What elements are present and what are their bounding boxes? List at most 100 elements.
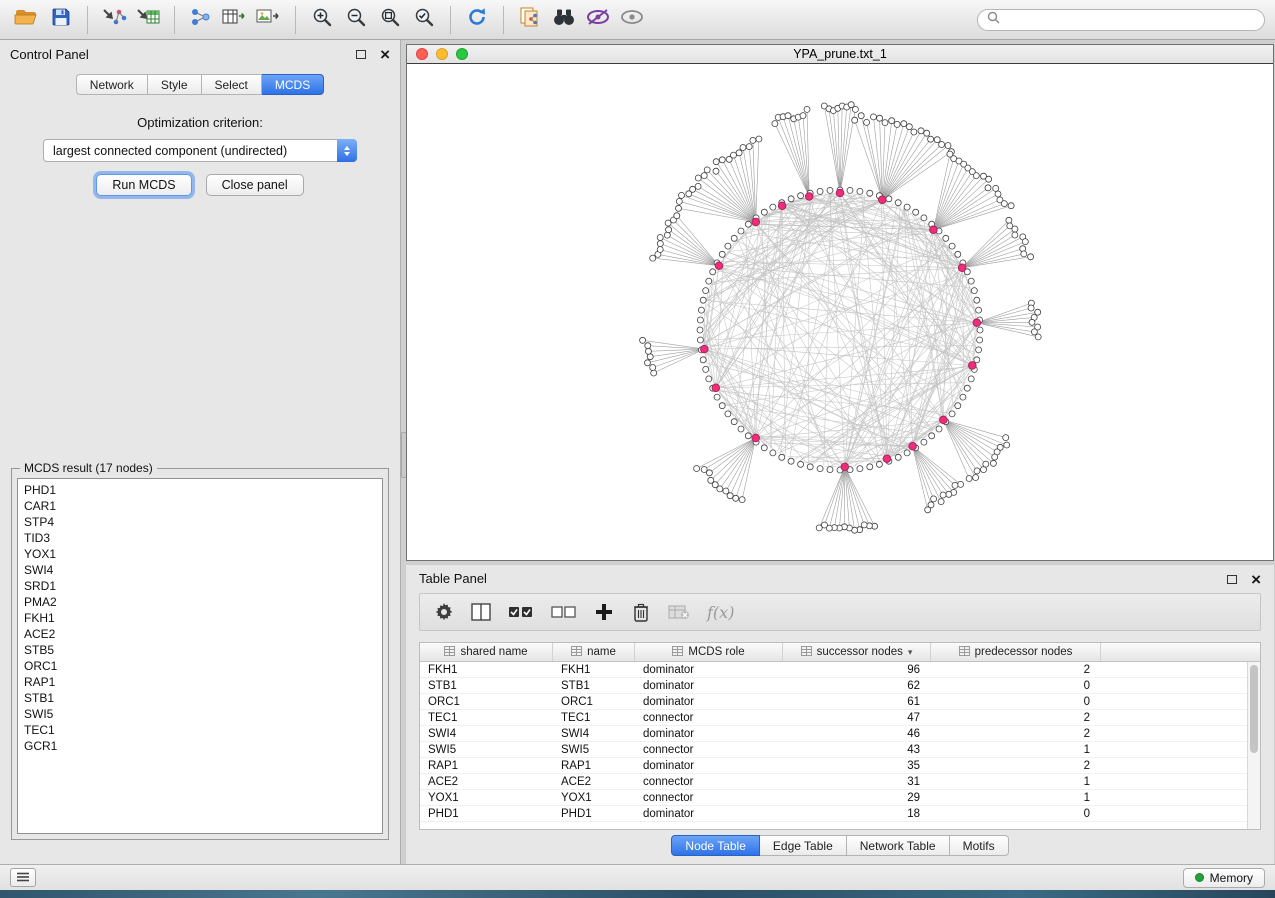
clone-network-button[interactable] [513, 4, 547, 36]
zoom-selected-button[interactable] [407, 4, 441, 36]
maximize-window-icon[interactable] [456, 48, 468, 60]
column-header-MCDS-role[interactable]: MCDS role [635, 643, 783, 661]
table-row[interactable]: RAP1RAP1dominator352 [420, 758, 1260, 774]
table-row[interactable]: STB1STB1dominator620 [420, 678, 1260, 694]
table-tab-edge-table[interactable]: Edge Table [760, 835, 847, 856]
mcds-result-item[interactable]: GCR1 [18, 738, 382, 754]
zoom-in-button[interactable] [305, 4, 339, 36]
table-cell: dominator [635, 728, 783, 740]
table-scrollbar-thumb[interactable] [1250, 665, 1258, 753]
memory-status-dot [1195, 873, 1204, 882]
mcds-result-item[interactable]: SWI5 [18, 706, 382, 722]
table-tab-network-table[interactable]: Network Table [847, 835, 950, 856]
network-window-titlebar[interactable]: YPA_prune.txt_1 [407, 45, 1273, 64]
table-tab-node-table[interactable]: Node Table [671, 835, 760, 856]
mcds-result-item[interactable]: TEC1 [18, 722, 382, 738]
table-row[interactable]: TEC1TEC1connector472 [420, 710, 1260, 726]
close-panel-button[interactable]: Close panel [206, 174, 304, 196]
table-cell: 18 [783, 808, 931, 820]
refresh-button[interactable] [460, 4, 494, 36]
float-panel-icon[interactable] [356, 50, 366, 59]
close-table-panel-icon[interactable]: × [1251, 571, 1261, 588]
table-cell: 0 [931, 808, 1101, 820]
table-cell: 1 [931, 792, 1101, 804]
tab-select[interactable]: Select [202, 74, 262, 95]
column-header-shared-name[interactable]: shared name [420, 643, 553, 661]
table-panel: Table Panel × f(x) shared namenameMCDS r… [406, 565, 1274, 864]
import-network-icon [101, 7, 127, 32]
open-file-button[interactable] [10, 4, 44, 36]
column-header-successor-nodes[interactable]: successor nodes▾ [783, 643, 931, 661]
table-settings-gear-icon[interactable] [434, 598, 454, 626]
mcds-result-item[interactable]: ACE2 [18, 626, 382, 642]
minimize-window-icon[interactable] [436, 48, 448, 60]
mcds-result-item[interactable]: SRD1 [18, 578, 382, 594]
mcds-result-item[interactable]: RAP1 [18, 674, 382, 690]
memory-button[interactable]: Memory [1183, 868, 1265, 888]
mcds-result-list[interactable]: PHD1CAR1STP4TID3YOX1SWI4SRD1PMA2FKH1ACE2… [17, 478, 383, 834]
network-canvas[interactable] [407, 64, 1273, 560]
save-session-button[interactable] [44, 4, 78, 36]
table-tab-motifs[interactable]: Motifs [950, 835, 1009, 856]
search-network-button[interactable] [547, 4, 581, 36]
table-cell: ACE2 [553, 776, 635, 788]
table-row[interactable]: YOX1YOX1connector291 [420, 790, 1260, 806]
export-table-button[interactable] [218, 4, 252, 36]
mcds-result-item[interactable]: FKH1 [18, 610, 382, 626]
clone-network-icon [518, 6, 542, 33]
mcds-result-item[interactable]: YOX1 [18, 546, 382, 562]
table-cell: 62 [783, 680, 931, 692]
close-window-icon[interactable] [416, 48, 428, 60]
table-row[interactable]: PHD1PHD1dominator180 [420, 806, 1260, 822]
mcds-result-item[interactable]: SWI4 [18, 562, 382, 578]
export-network-button[interactable] [184, 4, 218, 36]
table-cell: 2 [931, 728, 1101, 740]
zoom-fit-button[interactable] [373, 4, 407, 36]
table-row[interactable]: SWI4SWI4dominator462 [420, 726, 1260, 742]
mcds-result-item[interactable]: STB5 [18, 642, 382, 658]
mcds-result-item[interactable]: PHD1 [18, 482, 382, 498]
column-header-predecessor-nodes[interactable]: predecessor nodes [931, 643, 1101, 661]
select-all-columns-icon[interactable] [508, 598, 534, 626]
table-row[interactable]: ACE2ACE2connector311 [420, 774, 1260, 790]
mcds-result-item[interactable]: ORC1 [18, 658, 382, 674]
unselect-all-columns-icon[interactable] [551, 598, 577, 626]
tab-network[interactable]: Network [76, 74, 148, 95]
hide-results-button[interactable] [581, 4, 615, 36]
zoom-out-button[interactable] [339, 4, 373, 36]
delete-column-trash-icon[interactable] [631, 598, 651, 626]
mcds-result-item[interactable]: TID3 [18, 530, 382, 546]
column-header-name[interactable]: name [553, 643, 635, 661]
mcds-result-item[interactable]: PMA2 [18, 594, 382, 610]
task-history-button[interactable] [10, 868, 36, 887]
export-image-button[interactable] [252, 4, 286, 36]
run-mcds-button[interactable]: Run MCDS [96, 174, 191, 196]
chevron-down-icon[interactable]: ▾ [908, 647, 913, 658]
tab-mcds[interactable]: MCDS [262, 74, 324, 95]
search-box[interactable] [977, 9, 1265, 31]
mcds-result-title: MCDS result (17 nodes) [20, 461, 157, 475]
table-row[interactable]: FKH1FKH1dominator962 [420, 662, 1260, 678]
table-cell: ORC1 [420, 696, 553, 708]
search-input[interactable] [1006, 13, 1255, 27]
import-network-button[interactable] [97, 4, 131, 36]
function-builder-icon[interactable]: f(x) [707, 598, 734, 626]
table-row[interactable]: ORC1ORC1dominator610 [420, 694, 1260, 710]
mcds-result-item[interactable]: STP4 [18, 514, 382, 530]
float-table-panel-icon[interactable] [1227, 575, 1237, 584]
table-cell: connector [635, 712, 783, 724]
binoculars-icon [551, 8, 577, 31]
mcds-result-item[interactable]: CAR1 [18, 498, 382, 514]
table-row[interactable]: SWI5SWI5connector431 [420, 742, 1260, 758]
import-table-button[interactable] [131, 4, 165, 36]
mcds-result-item[interactable]: STB1 [18, 690, 382, 706]
table-cell: 2 [931, 712, 1101, 724]
control-panel-tabs: NetworkStyleSelectMCDS [0, 74, 400, 95]
table-scrollbar[interactable] [1247, 662, 1260, 829]
show-hidden-button[interactable] [615, 4, 649, 36]
show-columns-icon[interactable] [471, 598, 491, 626]
add-column-plus-icon[interactable] [594, 598, 614, 626]
criterion-dropdown[interactable]: largest connected component (undirected) [43, 139, 357, 162]
close-panel-icon[interactable]: × [380, 46, 390, 63]
tab-style[interactable]: Style [148, 74, 202, 95]
